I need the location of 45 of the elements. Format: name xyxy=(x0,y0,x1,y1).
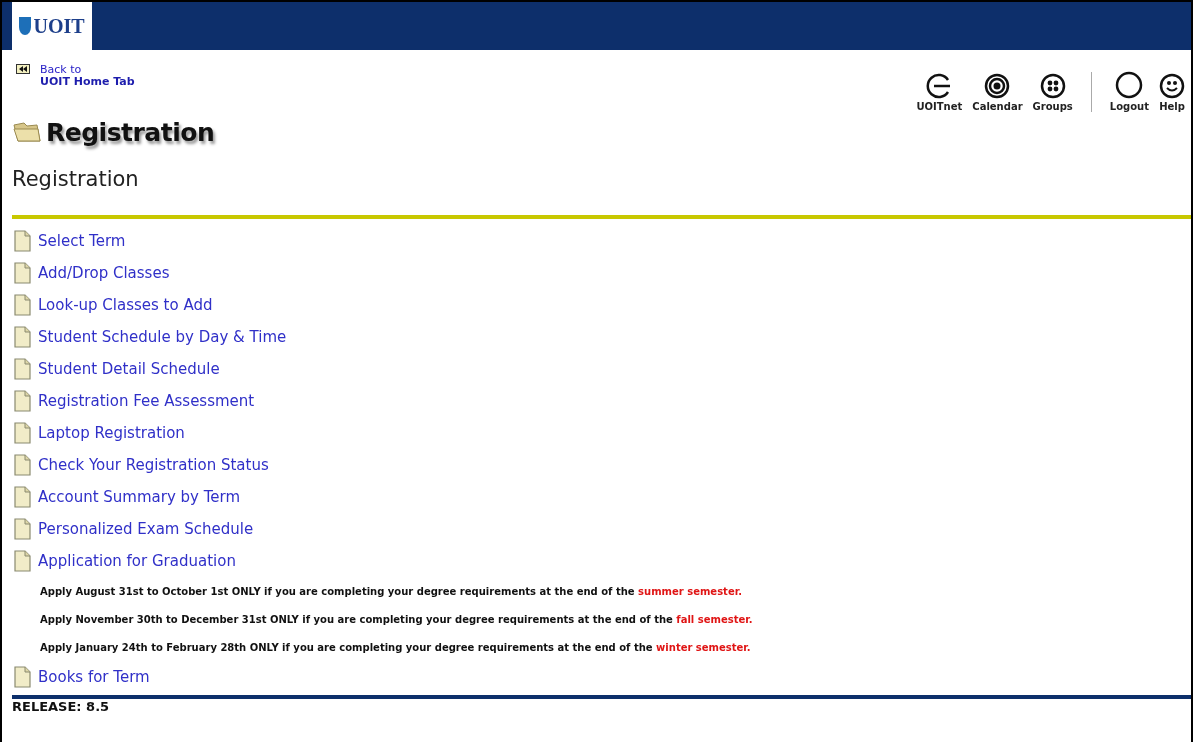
document-icon xyxy=(12,518,32,540)
document-icon xyxy=(12,262,32,284)
document-icon xyxy=(12,230,32,252)
menu-link[interactable]: Add/Drop Classes xyxy=(38,264,170,282)
back-link[interactable]: Back to UOIT Home Tab xyxy=(40,64,135,88)
menu-link[interactable]: Check Your Registration Status xyxy=(38,456,269,474)
menu-link[interactable]: Student Detail Schedule xyxy=(38,360,220,378)
note-text: Apply January 24th to February 28th ONLY if you are completing your degree requirements at the end of the winter semester. xyxy=(39,640,752,655)
folder-icon xyxy=(12,120,42,145)
toolbar-link[interactable]: UOITnet xyxy=(916,73,963,112)
document-icon xyxy=(12,358,32,380)
dots-icon xyxy=(1039,73,1066,99)
menu-link[interactable]: Student Schedule by Day & Time xyxy=(38,328,287,346)
document-icon xyxy=(12,294,32,316)
rewind-icon[interactable] xyxy=(16,64,30,74)
menu-link[interactable]: Registration Fee Assessment xyxy=(38,392,255,410)
circle-minus-icon xyxy=(926,73,953,99)
toolbar-link[interactable]: Calendar xyxy=(972,73,1023,112)
document-icon xyxy=(12,390,32,412)
target-icon xyxy=(984,73,1011,99)
document-icon xyxy=(12,422,32,444)
circle-icon xyxy=(1115,71,1144,99)
note-text: Apply August 31st to October 1st ONLY if you are completing your degree requirements at the end of the summer semester. xyxy=(39,584,743,599)
document-icon xyxy=(12,326,32,348)
menu-link[interactable]: Account Summary by Term xyxy=(38,488,241,506)
logo: UOIT xyxy=(12,2,92,50)
document-icon xyxy=(12,550,32,572)
page-title: Registration xyxy=(12,167,140,193)
banner-title: Registration xyxy=(46,118,215,147)
menu-link[interactable]: Look-up Classes to Add xyxy=(38,296,213,314)
note-text: Apply November 30th to December 31st ONLY if you are completing your degree requirements at the end of the fall semester. xyxy=(39,612,754,627)
toolbar-link[interactable]: Logout xyxy=(1109,71,1149,112)
menu-link[interactable]: Books for Term xyxy=(38,668,150,686)
smiley-icon xyxy=(1159,73,1185,99)
menu-link[interactable]: Select Term xyxy=(38,232,126,250)
logo-mark-icon xyxy=(19,17,32,35)
document-icon xyxy=(12,454,32,476)
document-icon xyxy=(12,666,32,688)
document-icon xyxy=(12,486,32,508)
menu-link[interactable]: Laptop Registration xyxy=(38,424,185,442)
menu-link[interactable]: Application for Graduation xyxy=(38,552,236,570)
release-text: RELEASE: 8.5 xyxy=(12,699,111,714)
toolbar-link[interactable]: Groups xyxy=(1032,73,1073,112)
menu-link[interactable]: Personalized Exam Schedule xyxy=(38,520,254,538)
toolbar-link[interactable]: Help xyxy=(1159,73,1185,112)
